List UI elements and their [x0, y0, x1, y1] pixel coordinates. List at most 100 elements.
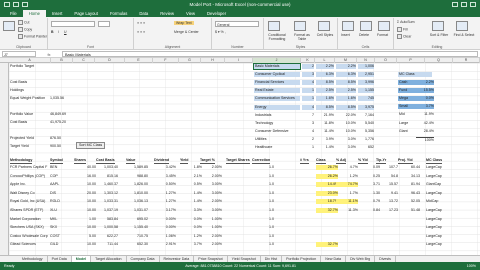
table-cell-val[interactable]: 1,810.00 — [126, 191, 148, 196]
tab-page-layout[interactable]: Page Layout — [68, 10, 104, 17]
table-cell-tp[interactable]: 2.00% — [200, 165, 222, 170]
delete-cells-icon[interactable] — [360, 21, 372, 31]
table-cell-sym[interactable]: COP — [50, 174, 58, 179]
table-cell-sh[interactable]: 16.00 — [74, 174, 96, 179]
sector-target-pct[interactable]: 3.0% — [336, 137, 356, 142]
column-header-5[interactable]: Dividend — [154, 158, 170, 164]
table-cell-y[interactable]: 1.8% — [180, 165, 202, 170]
tab-formulas[interactable]: Formulas — [104, 10, 133, 17]
tab-data[interactable]: Data — [133, 10, 154, 17]
sector-target-pct[interactable]: 22.0% — [336, 113, 356, 118]
table-cell-tip[interactable]: 54.8 — [376, 174, 398, 179]
mc-class-name[interactable]: Fund — [398, 88, 416, 94]
sector-pct[interactable]: 2.2% — [316, 64, 334, 69]
table-cell-tip[interactable]: 107.7 — [376, 165, 398, 170]
table-cell-mc[interactable]: GiantCap — [426, 182, 441, 187]
column-header-16[interactable]: MC Class — [426, 158, 443, 164]
table-cell-div[interactable]: 1.27% — [154, 191, 176, 196]
table-cell-div[interactable]: 2.91% — [154, 242, 176, 247]
table-cell-tp[interactable]: 3.00% — [200, 208, 222, 213]
mc-class-name[interactable]: Large — [398, 121, 416, 126]
sector-count[interactable]: 4 — [302, 104, 314, 110]
fill-button[interactable]: Fill — [397, 27, 407, 32]
table-cell-cls[interactable]: 23.0% — [316, 190, 338, 196]
bold-button[interactable]: B — [51, 30, 54, 34]
column-header-7[interactable]: Target % — [200, 158, 215, 164]
sector-target-pct[interactable]: 3.0% — [336, 145, 356, 150]
format-table-button[interactable]: Format as Table — [290, 33, 314, 41]
number-format-select[interactable]: General — [215, 21, 259, 27]
sector-pct[interactable]: 8.5% — [316, 80, 334, 86]
table-cell-mc[interactable]: LargeCap — [426, 191, 442, 196]
sector-count[interactable]: 2 — [302, 64, 314, 69]
sector-value[interactable]: 1,006 — [358, 64, 374, 69]
sector-pct[interactable]: 1.6% — [316, 96, 334, 102]
table-cell-adj[interactable]: 74.7% — [336, 182, 358, 188]
table-cell-cls[interactable]: 32.7% — [316, 242, 338, 248]
sector-count[interactable]: 4 — [302, 129, 314, 134]
table-cell-name[interactable]: Costco Wholesale Corp — [10, 234, 48, 239]
cell-styles-button[interactable]: Cell Styles — [314, 33, 336, 37]
sector-name[interactable]: Utilities — [254, 137, 300, 142]
sector-count[interactable]: 1 — [302, 145, 314, 150]
mc-class-pct[interactable]: 42.4% — [416, 121, 434, 126]
table-cell-proj[interactable]: 51.48 — [398, 208, 420, 213]
table-cell-y[interactable]: 3.7% — [180, 242, 202, 247]
table-cell-val[interactable]: 988.80 — [126, 174, 148, 179]
table-cell-tip[interactable]: 17.23 — [376, 208, 398, 213]
table-cell-sh[interactable]: 20.00 — [74, 191, 96, 196]
close-icon[interactable] — [470, 2, 476, 7]
tab-home[interactable]: Home — [22, 10, 46, 17]
table-cell-sh[interactable]: 10.00 — [74, 225, 96, 230]
table-cell-sym[interactable]: SKX — [50, 225, 57, 230]
table-cell-val[interactable]: 652.30 — [126, 242, 148, 247]
sector-name[interactable]: Basic Materials — [253, 63, 301, 70]
table-cell-mc[interactable]: LargeCap — [426, 208, 442, 213]
sector-count[interactable]: 1 — [302, 96, 314, 102]
sector-pct[interactable]: 8.5% — [316, 104, 334, 110]
table-cell-mc[interactable]: LargeCap — [426, 242, 442, 247]
table-cell-tp[interactable]: 1.00% — [200, 225, 222, 230]
align-top-icon[interactable]: ≡ ≡ ≡ — [137, 21, 145, 25]
maximize-icon[interactable] — [461, 2, 467, 7]
table-cell-name[interactable]: Gilead Sciences — [10, 242, 36, 247]
table-cell-cb[interactable]: 583.84 — [96, 217, 118, 222]
table-cell-cb[interactable]: 1,003.40 — [96, 165, 118, 170]
sector-name[interactable]: Healthcare — [254, 145, 300, 150]
table-cell-y[interactable]: 1.4% — [180, 191, 202, 196]
sector-name[interactable]: Communication Services — [254, 96, 300, 102]
table-cell-corr[interactable]: 1.0 — [252, 165, 274, 170]
sector-name[interactable]: Real Estate — [254, 88, 300, 94]
table-cell-sym[interactable]: COST — [50, 234, 60, 239]
table-cell-div[interactable]: 0.50% — [154, 182, 176, 187]
wrap-text-button[interactable]: Wrap Text — [174, 21, 194, 25]
clear-button[interactable]: Clear — [397, 34, 411, 39]
sector-value[interactable]: 3,996 — [358, 80, 374, 86]
table-cell-name[interactable]: FCR Partners Capital F — [10, 165, 47, 170]
sector-value[interactable]: 1,776 — [358, 137, 374, 142]
sector-value[interactable]: 7,164 — [358, 113, 374, 118]
table-cell-div[interactable]: 3.42% — [154, 165, 176, 170]
table-cell-sh[interactable]: 10.00 — [74, 199, 96, 204]
table-cell-div[interactable]: 1.27% — [154, 199, 176, 204]
column-header-8[interactable]: Target Shares — [226, 158, 250, 164]
copy-button[interactable]: Copy — [18, 27, 32, 32]
align-left-icon[interactable]: ≡ ≡ ≡ — [137, 30, 145, 34]
insert-button[interactable]: Insert — [341, 33, 350, 37]
table-cell-tip[interactable]: 15.57 — [376, 182, 398, 187]
name-box[interactable]: J7 — [2, 51, 36, 57]
equal-weight-value[interactable]: 1,035.56 — [50, 96, 64, 101]
sector-name[interactable]: Financial Services — [254, 80, 300, 86]
table-cell-proj[interactable]: 34.13 — [398, 174, 420, 179]
conditional-formatting-icon[interactable] — [268, 21, 280, 31]
conditional-formatting-button[interactable]: Conditional Formatting — [264, 33, 290, 41]
table-cell-div[interactable]: 1.06% — [154, 234, 176, 239]
column-header-1[interactable]: Symbol — [50, 158, 63, 164]
column-header-2[interactable]: Shares — [74, 158, 86, 164]
table-cell-y[interactable]: 1.2% — [180, 234, 202, 239]
sector-count[interactable]: 3 — [302, 121, 314, 126]
mc-class-name[interactable]: Giant — [398, 129, 416, 134]
table-cell-adj[interactable]: 11.1% — [336, 199, 358, 205]
sector-value[interactable]: 5,356 — [358, 129, 374, 134]
table-cell-adj[interactable]: 1.2% — [336, 174, 358, 179]
